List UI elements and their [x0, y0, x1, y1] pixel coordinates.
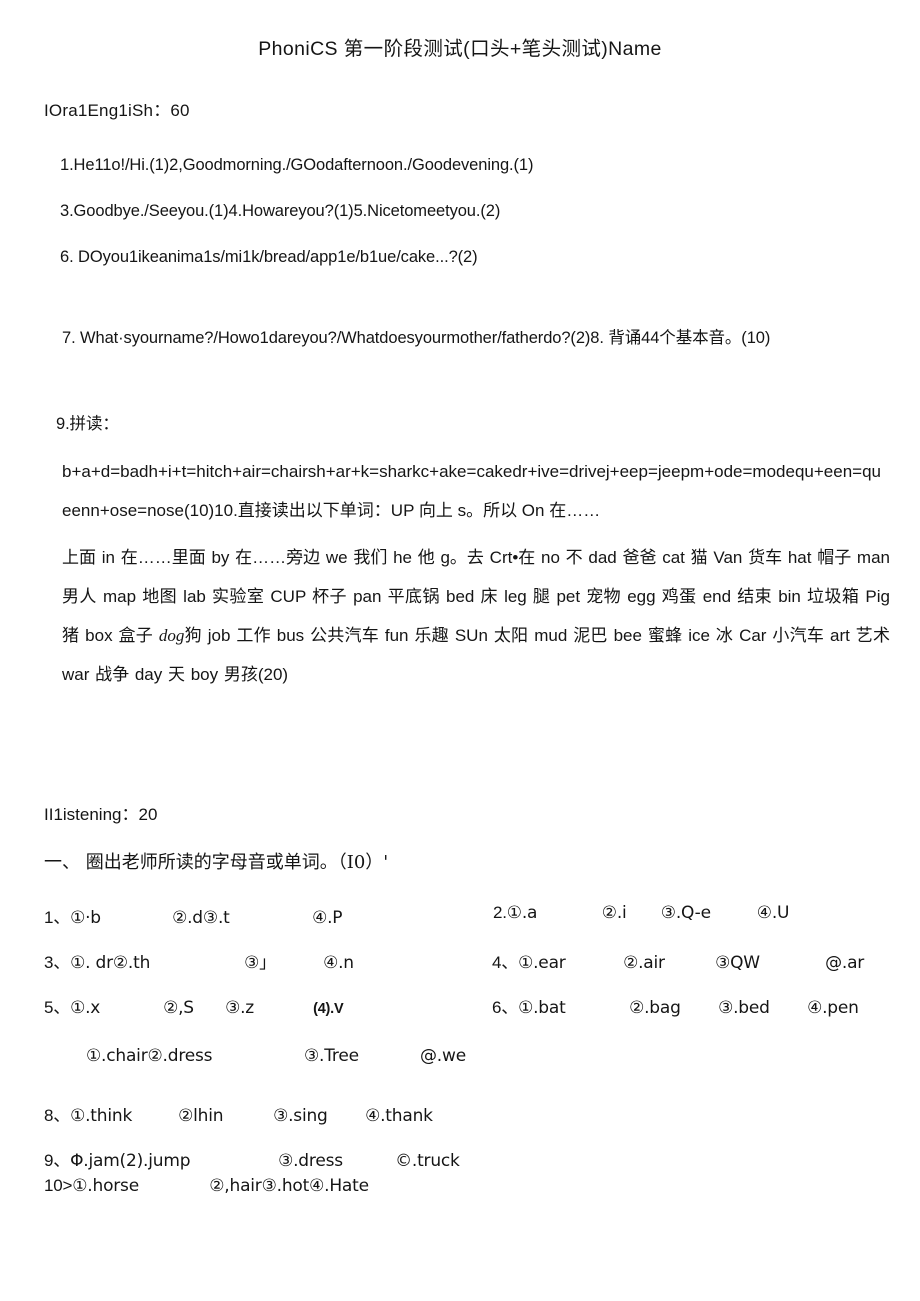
question-row-4: 4、①.ear ②.air ③QW @.ar — [492, 948, 864, 973]
question-row-3: 3、①. dr②.th ③」 ④.n — [44, 948, 354, 973]
question-number-8: 8、 — [44, 1106, 71, 1125]
question-row-5: 5、①.x ②,S ③.z (4).V — [44, 993, 344, 1018]
question-row-2: 2.①.a ②.i ③.Q-e ④.U — [493, 903, 789, 923]
question-number-9: 9、 — [44, 1151, 71, 1170]
question-number-4: 4、 — [492, 953, 519, 972]
question-9-option-3[interactable]: ©.truck — [395, 1151, 460, 1171]
question-number-2: 2. — [493, 903, 507, 922]
section-heading-oral: IOra1Eng1iSh：60 — [44, 101, 190, 120]
question-7-option-2[interactable]: ③.Tree — [304, 1046, 420, 1066]
oral-item-3: 6. DOyou1ikeanima1s/mi1k/bread/app1e/b1u… — [60, 248, 478, 266]
question-6-option-4[interactable]: ④.pen — [807, 998, 859, 1018]
oral-item-5: 9.拼读： — [56, 415, 119, 433]
question-1-option-3[interactable]: ④.P — [312, 908, 342, 928]
question-4-option-3[interactable]: ③QW — [715, 953, 825, 973]
vocabulary-italic-word: dog — [158, 626, 185, 645]
question-9-option-1[interactable]: Φ.jam(2).jump — [70, 1151, 278, 1171]
question-row-6: 6、①.bat ②.bag ③.bed ④.pen — [492, 993, 859, 1018]
question-number-5: 5、 — [44, 998, 71, 1017]
question-row-8: 8、①.think ②lhin ③.sing ④.thank — [44, 1101, 433, 1126]
question-3-option-2[interactable]: ③」 — [244, 948, 323, 973]
question-number-6: 6、 — [492, 998, 519, 1017]
question-5-option-4[interactable]: (4).V — [313, 1001, 344, 1017]
question-number-3: 3、 — [44, 953, 71, 972]
question-row-10: 10>①.horse ②,hair③.hot④.Hate — [44, 1176, 369, 1196]
listening-instruction: 一、 圈出老师所读的字母音或单词。（I0）' — [44, 852, 389, 873]
question-9-option-2[interactable]: ③.dress — [278, 1151, 395, 1171]
question-8-option-4[interactable]: ④.thank — [365, 1106, 433, 1126]
question-2-option-2[interactable]: ②.i — [602, 903, 661, 923]
question-3-option-3[interactable]: ④.n — [323, 953, 354, 973]
question-10-option-1[interactable]: ①.horse — [72, 1176, 209, 1196]
question-8-option-2[interactable]: ②lhin — [178, 1106, 273, 1126]
phonics-blend-paragraph: b+a+d=badh+i+t=hitch+air=chairsh+ar+k=sh… — [62, 462, 881, 520]
question-4-option-4[interactable]: @.ar — [825, 953, 864, 973]
oral-item-2: 3.Goodbye./Seeyou.(1)4.Howareyou?(1)5.Ni… — [60, 202, 501, 220]
question-4-option-2[interactable]: ②.air — [623, 953, 715, 973]
question-10-option-2[interactable]: ②,hair③.hot④.Hate — [209, 1176, 369, 1196]
question-2-option-3[interactable]: ③.Q-e — [661, 903, 757, 923]
question-8-option-1[interactable]: ①.think — [70, 1106, 178, 1126]
document-page: PhoniCS 第一阶段测试(口头+笔头测试)Name IOra1Eng1iSh… — [0, 0, 920, 1301]
question-number-10: 10> — [44, 1176, 73, 1195]
question-1-option-2[interactable]: ②.d③.t — [172, 908, 312, 928]
oral-item-4: 7. What·syourname?/Howo1dareyou?/Whatdoe… — [62, 329, 771, 347]
question-2-option-4[interactable]: ④.U — [757, 903, 790, 923]
question-7-option-3[interactable]: @.we — [420, 1046, 466, 1066]
question-6-option-3[interactable]: ③.bed — [718, 998, 807, 1018]
question-6-option-2[interactable]: ②.bag — [629, 998, 718, 1018]
question-row-1: 1、①·b ②.d③.t ④.P — [44, 903, 343, 928]
vocabulary-paragraph: 上面 in 在……里面 by 在……旁边 we 我们 he 他 g。去 Crt•… — [62, 538, 890, 694]
question-number-1: 1、 — [44, 908, 71, 927]
section-heading-listening: II1istening：20 — [44, 805, 158, 824]
vocabulary-text-part-2: 狗 job 工作 bus 公共汽车 fun 乐趣 SUn 太阳 mud 泥巴 b… — [62, 626, 890, 684]
question-3-option-1[interactable]: ①. dr②.th — [70, 953, 244, 973]
question-row-9: 9、Φ.jam(2).jump ③.dress ©.truck — [44, 1146, 460, 1171]
question-5-option-1[interactable]: ①.x — [70, 998, 163, 1018]
question-5-option-3[interactable]: ③.z — [225, 998, 313, 1018]
question-5-option-2[interactable]: ②,S — [163, 998, 225, 1018]
question-6-option-1[interactable]: ①.bat — [518, 998, 629, 1018]
question-7-option-1[interactable]: ①.chair②.dress — [86, 1046, 304, 1066]
oral-item-1: 1.He11o!/Hi.(1)2,Goodmorning./GOodaftern… — [60, 156, 534, 174]
page-title: PhoniCS 第一阶段测试(口头+笔头测试)Name — [258, 38, 662, 60]
question-row-7: ①.chair②.dress ③.Tree @.we — [86, 1046, 466, 1066]
question-1-option-1[interactable]: ①·b — [70, 908, 172, 928]
question-8-option-3[interactable]: ③.sing — [273, 1106, 365, 1126]
question-2-option-1[interactable]: ①.a — [507, 903, 602, 923]
question-4-option-1[interactable]: ①.ear — [518, 953, 623, 973]
